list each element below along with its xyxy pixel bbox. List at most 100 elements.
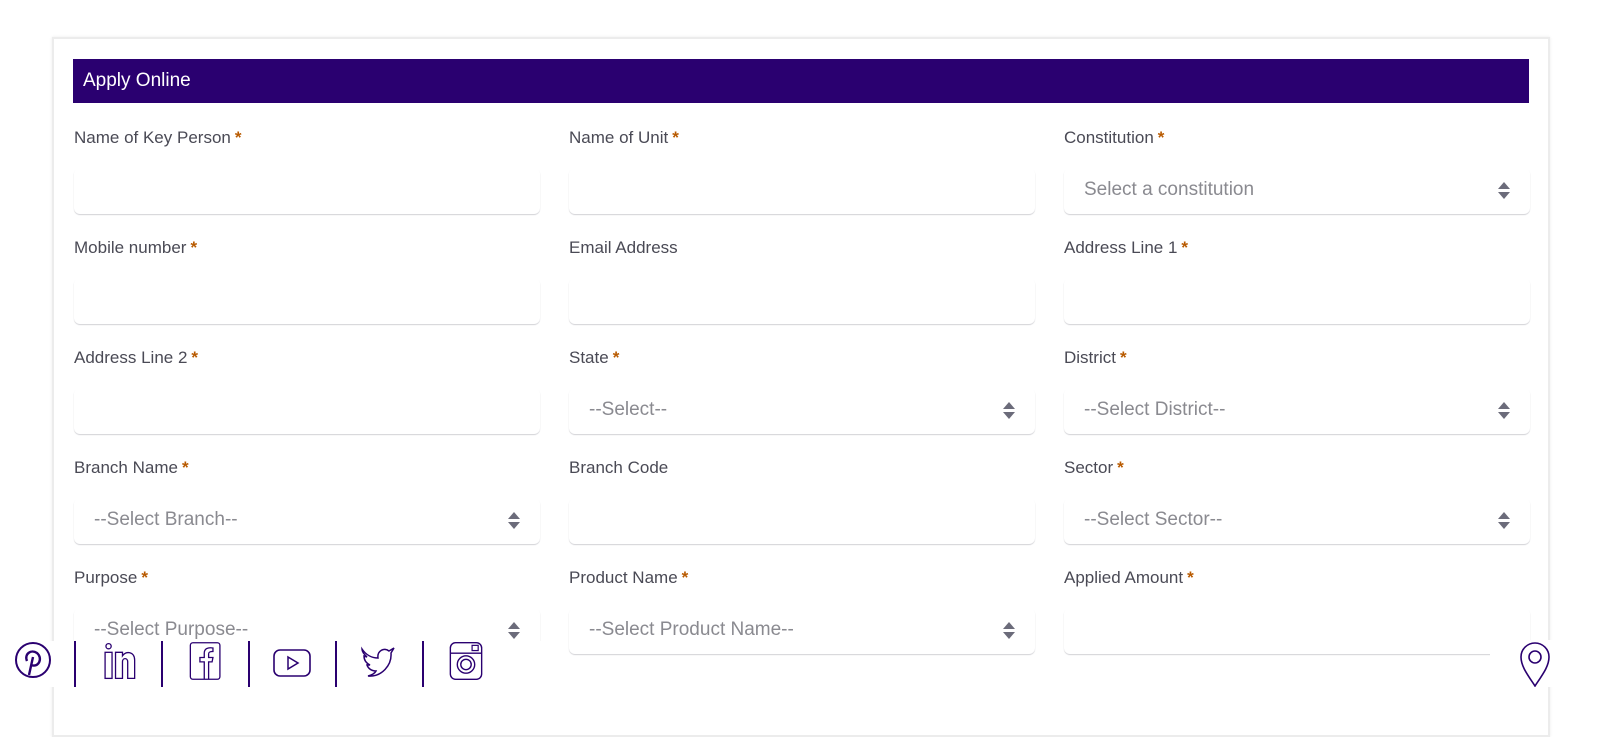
label-text: Name of Key Person — [74, 128, 231, 147]
required-asterisk: * — [672, 128, 679, 147]
field-mobile-number: Mobile number * — [74, 237, 540, 324]
label-text: State — [569, 348, 609, 367]
form-title: Apply Online — [83, 70, 191, 91]
label-text: Applied Amount — [1064, 568, 1184, 587]
purpose-label: Purpose * — [74, 567, 540, 589]
product-name-select[interactable]: --Select Product Name-- — [569, 608, 1035, 654]
required-asterisk: * — [1157, 128, 1165, 147]
field-branch-code: Branch Code — [569, 457, 1035, 544]
sort-arrows-icon — [1498, 402, 1510, 420]
address-line-1-input[interactable] — [1064, 278, 1530, 324]
district-label: District * — [1064, 347, 1530, 369]
select-placeholder: --Select Product Name-- — [589, 619, 794, 640]
branch-code-label: Branch Code — [569, 457, 1035, 479]
twitter-icon[interactable] — [358, 641, 398, 681]
required-asterisk: * — [190, 238, 198, 257]
field-name-of-unit: Name of Unit * — [569, 127, 1035, 214]
sector-label: Sector * — [1064, 457, 1530, 479]
required-asterisk: * — [141, 568, 148, 587]
sector-select[interactable]: --Select Sector-- — [1064, 498, 1530, 544]
field-state: State * --Select-- — [569, 347, 1035, 434]
name-of-key-person-label: Name of Key Person * — [74, 127, 540, 149]
linkedin-icon[interactable] — [99, 641, 139, 681]
pinterest-icon[interactable] — [13, 642, 53, 682]
form-header: Apply Online — [73, 59, 1529, 103]
address-line-1-field — [1064, 278, 1530, 324]
mobile-number-field — [74, 278, 540, 324]
field-email-address: Email Address — [569, 237, 1035, 324]
social-links-bar — [0, 641, 545, 687]
address-line-1-label: Address Line 1 * — [1064, 237, 1530, 259]
address-line-2-label: Address Line 2 * — [74, 347, 540, 369]
instagram-icon[interactable] — [446, 641, 486, 681]
name-of-key-person-field — [74, 168, 540, 214]
location-pin-icon[interactable] — [1515, 640, 1555, 687]
sort-arrows-icon — [1498, 512, 1510, 530]
label-text: Sector — [1064, 458, 1114, 477]
mobile-number-input[interactable] — [74, 278, 540, 324]
label-text: Product Name — [569, 568, 678, 587]
branch-code-input[interactable] — [569, 498, 1035, 544]
name-of-key-person-input[interactable] — [74, 168, 540, 214]
label-text: Name of Unit — [569, 128, 669, 147]
constitution-select[interactable]: Select a constitution — [1064, 168, 1530, 214]
label-text: Mobile number — [74, 238, 187, 257]
required-asterisk: * — [191, 348, 199, 367]
field-district: District * --Select District-- — [1064, 347, 1530, 434]
separator — [74, 641, 76, 687]
email-address-field — [569, 278, 1035, 324]
required-asterisk: * — [181, 458, 189, 477]
label-text: Purpose — [74, 568, 138, 587]
state-label: State * — [569, 347, 1035, 369]
applied-amount-label: Applied Amount * — [1064, 567, 1530, 589]
address-line-2-input[interactable] — [74, 388, 540, 434]
name-of-unit-label: Name of Unit * — [569, 127, 1035, 149]
required-asterisk: * — [1119, 348, 1127, 367]
applied-amount-field — [1064, 608, 1530, 654]
mobile-number-label: Mobile number * — [74, 237, 540, 259]
label-text: Email Address — [569, 238, 678, 257]
required-asterisk: * — [681, 568, 689, 587]
sort-arrows-icon — [1003, 622, 1015, 640]
state-select[interactable]: --Select-- — [569, 388, 1035, 434]
separator — [422, 641, 424, 687]
constitution-label: Constitution * — [1064, 127, 1530, 149]
field-address-line-1: Address Line 1 * — [1064, 237, 1530, 324]
required-asterisk: * — [1187, 568, 1194, 587]
branch-name-select[interactable]: --Select Branch-- — [74, 498, 540, 544]
applied-amount-input[interactable] — [1064, 608, 1530, 654]
select-placeholder: --Select Sector-- — [1084, 509, 1223, 530]
select-placeholder: Select a constitution — [1084, 179, 1255, 200]
label-text: Constitution — [1064, 128, 1154, 147]
email-address-label: Email Address — [569, 237, 1035, 259]
name-of-unit-input[interactable] — [569, 168, 1035, 214]
select-placeholder: --Select District-- — [1084, 399, 1226, 420]
sort-arrows-icon — [1003, 402, 1015, 420]
sort-arrows-icon — [1498, 182, 1510, 200]
required-asterisk: * — [1117, 458, 1124, 477]
field-product-name: Product Name * --Select Product Name-- — [569, 567, 1035, 654]
email-address-input[interactable] — [569, 278, 1035, 324]
location-bar — [1490, 640, 1600, 687]
field-sector: Sector * --Select Sector-- — [1064, 457, 1530, 544]
label-text: District — [1064, 348, 1116, 367]
separator — [335, 641, 337, 687]
field-address-line-2: Address Line 2 * — [74, 347, 540, 434]
branch-name-label: Branch Name * — [74, 457, 540, 479]
select-placeholder: --Select Branch-- — [94, 509, 238, 530]
field-applied-amount: Applied Amount * — [1064, 567, 1530, 654]
field-constitution: Constitution * Select a constitution — [1064, 127, 1530, 214]
branch-code-field — [569, 498, 1035, 544]
address-line-2-field — [74, 388, 540, 434]
label-text: Address Line 2 — [74, 348, 188, 367]
youtube-icon[interactable] — [272, 643, 312, 683]
label-text: Branch Name — [74, 458, 178, 477]
select-placeholder: --Select-- — [589, 399, 668, 420]
label-text: Branch Code — [569, 458, 669, 477]
sort-arrows-icon — [508, 512, 520, 530]
district-select[interactable]: --Select District-- — [1064, 388, 1530, 434]
facebook-icon[interactable] — [186, 641, 226, 681]
separator — [161, 641, 163, 687]
sort-arrows-icon — [508, 622, 520, 640]
required-asterisk: * — [234, 128, 242, 147]
